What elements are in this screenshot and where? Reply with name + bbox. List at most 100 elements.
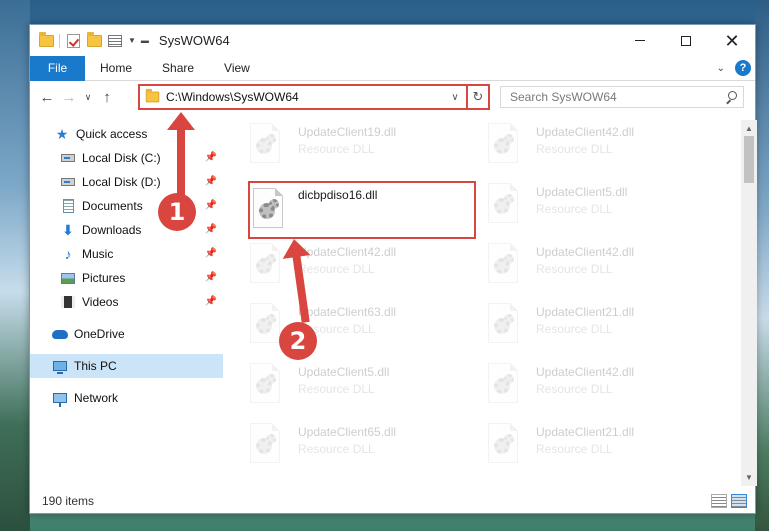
file-type: Resource DLL [298,382,375,396]
file-name: UpdateClient65.dll [298,425,397,439]
large-icons-view-icon[interactable] [731,494,747,508]
pin-icon[interactable]: 📌 [205,296,217,307]
file-type: Resource DLL [298,262,375,276]
sidebar-item-local-disk-c[interactable]: Local Disk (C:) 📌 [30,146,223,170]
dll-file-icon [250,123,280,163]
sidebar-item-label: OneDrive [74,327,125,341]
view-toggle-group [711,494,755,508]
minimize-button[interactable] [617,25,663,56]
back-arrow-icon[interactable]: ← [36,89,58,106]
pin-icon[interactable]: 📌 [205,152,217,163]
scroll-up-icon[interactable]: ▲ [741,120,757,137]
sidebar-item-local-disk-d[interactable]: Local Disk (D:) 📌 [30,170,223,194]
pin-icon[interactable]: 📌 [205,248,217,259]
up-arrow-icon[interactable]: ↑ [96,89,118,106]
desktop-background-left [0,0,30,531]
address-path[interactable]: C:\Windows\SysWOW64 [166,90,299,104]
dll-file-icon [488,183,518,223]
sidebar-item-downloads[interactable]: ⬇ Downloads 📌 [30,218,223,242]
dll-file-icon [250,243,280,283]
properties-icon[interactable] [107,33,123,49]
documents-icon [60,198,76,214]
search-input[interactable]: Search SysWOW64 [510,90,617,104]
file-name: dicbpdiso16.dll [298,188,378,202]
qat-customize-icon[interactable]: ▬ [141,36,149,45]
new-folder-icon[interactable] [86,31,102,49]
tab-file[interactable]: File [30,55,85,81]
pin-icon[interactable]: 📌 [205,272,217,283]
minimize-icon [635,40,645,41]
sidebar-item-pictures[interactable]: Pictures 📌 [30,266,223,290]
scrollbar-thumb[interactable] [744,136,754,183]
recent-locations-chevron-icon[interactable]: ∨ [80,92,96,103]
sidebar-item-label: Downloads [82,223,142,237]
details-view-icon[interactable] [711,494,727,508]
sidebar-item-videos[interactable]: Videos 📌 [30,290,223,314]
maximize-button[interactable] [663,25,709,56]
expand-ribbon-chevron-icon[interactable]: ⌄ [717,63,725,74]
file-item[interactable]: UpdateClient63.dll Resource DLL [226,300,448,350]
file-item[interactable]: UpdateClient42.dll Resource DLL [226,240,448,290]
file-item[interactable]: UpdateClient21.dll Resource DLL [464,420,686,470]
sidebar-item-this-pc[interactable]: This PC [30,354,223,378]
tab-share[interactable]: Share [147,61,209,75]
sidebar-item-label: Documents [82,199,143,213]
sidebar-item-onedrive[interactable]: OneDrive [30,322,223,346]
file-type: Resource DLL [536,322,613,336]
close-icon: ✕ [724,30,740,51]
properties-check-icon[interactable] [65,33,81,49]
search-icon[interactable] [725,91,737,103]
pin-icon[interactable]: 📌 [205,224,217,235]
disk-icon [60,174,76,190]
forward-arrow-icon[interactable]: → [58,89,80,106]
qat-dropdown-icon[interactable]: ▼ [128,36,136,45]
pictures-icon [60,270,76,286]
file-item[interactable]: UpdateClient5.dll Resource DLL [226,360,448,410]
videos-icon [60,294,76,310]
sidebar-item-label: Local Disk (D:) [82,175,161,189]
toolbar-separator [59,33,60,48]
file-type: Resource DLL [298,442,375,456]
sidebar-item-label: Pictures [82,271,126,285]
refresh-button[interactable]: ↻ [466,84,490,110]
dll-file-icon [253,188,283,228]
maximize-icon [681,35,691,46]
file-item[interactable]: UpdateClient42.dll Resource DLL [464,360,686,410]
annotation-arrow-1 [167,112,195,196]
pin-icon[interactable]: 📌 [205,200,217,211]
explorer-window: ▼ ▬ SysWOW64 ✕ File Home Share View ⌄ ? … [29,24,757,514]
pin-icon[interactable]: 📌 [205,176,217,187]
tab-view[interactable]: View [209,61,265,75]
sidebar-item-music[interactable]: ♪ Music 📌 [30,242,223,266]
file-type: Resource DLL [536,142,613,156]
highlighted-file-item[interactable]: dicbpdiso16.dll [248,181,476,239]
sidebar-item-label: Videos [82,295,119,309]
dll-file-icon [488,123,518,163]
file-item[interactable]: UpdateClient5.dll Resource DLL [464,180,686,230]
file-name: UpdateClient19.dll [298,125,397,139]
address-dropdown-icon[interactable]: ∨ [446,92,464,103]
vertical-scrollbar[interactable]: ▲ ▼ [741,120,757,486]
tab-home[interactable]: Home [85,61,147,75]
search-box[interactable]: Search SysWOW64 [500,86,744,108]
computer-icon [52,358,68,374]
sidebar-item-network[interactable]: Network [30,386,223,410]
help-icon[interactable]: ? [735,60,751,76]
address-bar[interactable]: C:\Windows\SysWOW64 ∨ [138,84,488,110]
scroll-down-icon[interactable]: ▼ [741,469,757,486]
file-item[interactable]: UpdateClient42.dll Resource DLL [464,120,686,170]
file-item-dicbpdiso16[interactable]: dicbpdiso16.dll [250,185,472,235]
file-name: UpdateClient5.dll [298,365,390,379]
navigation-pane: ★ Quick access Local Disk (C:) 📌 Local D… [30,120,225,480]
sidebar-item-label: Local Disk (C:) [82,151,161,165]
disk-icon [60,150,76,166]
file-item[interactable]: UpdateClient19.dll Resource DLL [226,120,448,170]
folder-icon [38,31,54,49]
file-item[interactable]: UpdateClient21.dll Resource DLL [464,300,686,350]
file-name: UpdateClient5.dll [536,185,628,199]
file-type: Resource DLL [536,442,613,456]
file-item[interactable]: UpdateClient65.dll Resource DLL [226,420,448,470]
close-button[interactable]: ✕ [709,25,755,56]
file-type: Resource DLL [536,202,613,216]
file-item[interactable]: UpdateClient42.dll Resource DLL [464,240,686,290]
